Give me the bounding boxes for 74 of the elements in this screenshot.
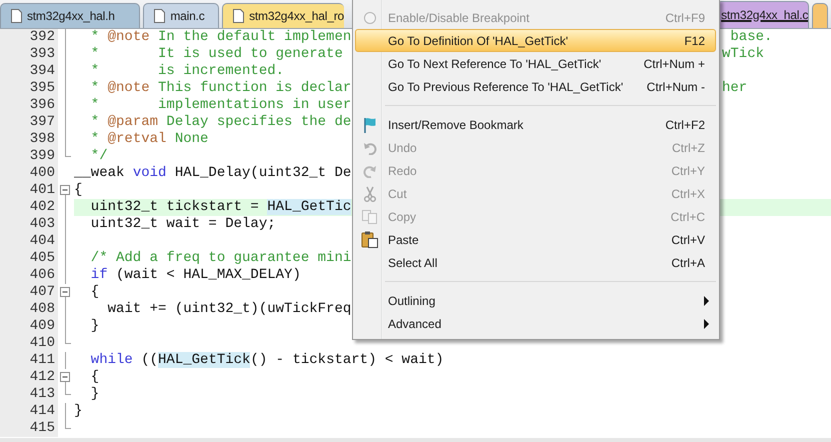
code-line: * @note In the default implemen	[90, 29, 352, 45]
menu-item[interactable]: Select All Ctrl+A	[355, 251, 716, 274]
code-line: {	[90, 369, 100, 385]
code-line: uint32_t wait = Delay;	[90, 216, 276, 232]
collapse-icon[interactable]	[60, 372, 70, 382]
copy-icon	[362, 210, 378, 224]
menu-item[interactable]: Advanced	[355, 312, 716, 335]
code-line: uint32_t tickstart = HAL_GetTic	[90, 199, 352, 215]
menu-item[interactable]: Insert/Remove Bookmark Ctrl+F2	[355, 113, 716, 136]
line-number: 393	[0, 46, 58, 63]
line-number: 410	[0, 335, 58, 352]
code-line: wait += (uint32_t)(uwTickFreq	[106, 301, 352, 317]
menu-item[interactable]: Go To Previous Reference To 'HAL_GetTick' Ctrl+Num -	[355, 75, 716, 98]
code-line: __weak void HAL_Delay(uint32_t De	[74, 165, 352, 181]
line-number: 407	[0, 284, 58, 301]
code-line: * @param Delay specifies the de	[90, 114, 352, 130]
line-number: 397	[0, 114, 58, 131]
line-number: 415	[0, 420, 58, 437]
code-line: /* Add a freq to guarantee mini	[90, 250, 352, 266]
line-number: 394	[0, 63, 58, 80]
line-number: 406	[0, 267, 58, 284]
submenu-arrow-icon	[704, 296, 709, 306]
line-number: 395	[0, 80, 58, 97]
paste-icon	[360, 231, 378, 248]
line-number: 398	[0, 131, 58, 148]
code-line: * implementations in user	[90, 97, 352, 113]
line-number: 400	[0, 165, 58, 182]
menu-item[interactable]: Go To Definition Of 'HAL_GetTick' F12	[355, 29, 716, 52]
circle-icon	[362, 10, 376, 24]
document-icon	[11, 9, 22, 23]
code-line: }	[74, 403, 82, 419]
line-number: 404	[0, 233, 58, 250]
line-number: 413	[0, 386, 58, 403]
code-line: wTick	[722, 46, 764, 62]
scissors-icon	[364, 186, 376, 202]
document-icon	[154, 9, 166, 23]
code-line: if (wait < HAL_MAX_DELAY)	[90, 267, 301, 283]
menu-item[interactable]: Go To Next Reference To 'HAL_GetTick' Ctrl+Num +	[355, 52, 716, 75]
code-line: while ((HAL_GetTick() - tickstart) < wait)	[90, 352, 444, 368]
file-tab[interactable]: stm32g4xx_hal_ro	[222, 3, 344, 28]
code-line: her	[722, 80, 748, 96]
redo-icon	[362, 164, 376, 178]
code-line: }	[90, 386, 100, 402]
code-line: */	[90, 148, 108, 164]
collapse-icon[interactable]	[60, 287, 70, 297]
line-number: 396	[0, 97, 58, 114]
line-number: 392	[0, 29, 58, 46]
line-number: 403	[0, 216, 58, 233]
line-number: 414	[0, 403, 58, 420]
code-line: * is incremented.	[90, 63, 284, 79]
code-line: base.	[729, 29, 772, 45]
menu-item[interactable]: Outlining	[355, 289, 716, 312]
collapse-icon[interactable]	[60, 185, 70, 195]
file-tab[interactable]: main.c	[143, 3, 220, 28]
line-number: 401	[0, 182, 58, 199]
file-tab[interactable]: stm32g4xx_hal.h	[0, 3, 140, 28]
line-number: 405	[0, 250, 58, 267]
line-number: 411	[0, 352, 58, 369]
document-icon	[233, 9, 244, 23]
code-line: * @note This function is declar	[90, 80, 352, 96]
flag-icon	[362, 116, 376, 132]
submenu-arrow-icon	[704, 318, 709, 328]
code-line: * @retval None	[90, 131, 208, 147]
code-line: {	[90, 284, 100, 300]
line-number: 409	[0, 318, 58, 335]
line-number: 399	[0, 148, 58, 165]
line-number: 402	[0, 199, 58, 216]
undo-icon	[362, 140, 376, 154]
code-line: }	[90, 318, 100, 334]
code-line: {	[74, 182, 82, 198]
line-number: 408	[0, 301, 58, 318]
code-line: * It is used to generate	[90, 46, 343, 62]
menu-item[interactable]: Paste Ctrl+V	[355, 228, 716, 251]
line-number: 412	[0, 369, 58, 386]
